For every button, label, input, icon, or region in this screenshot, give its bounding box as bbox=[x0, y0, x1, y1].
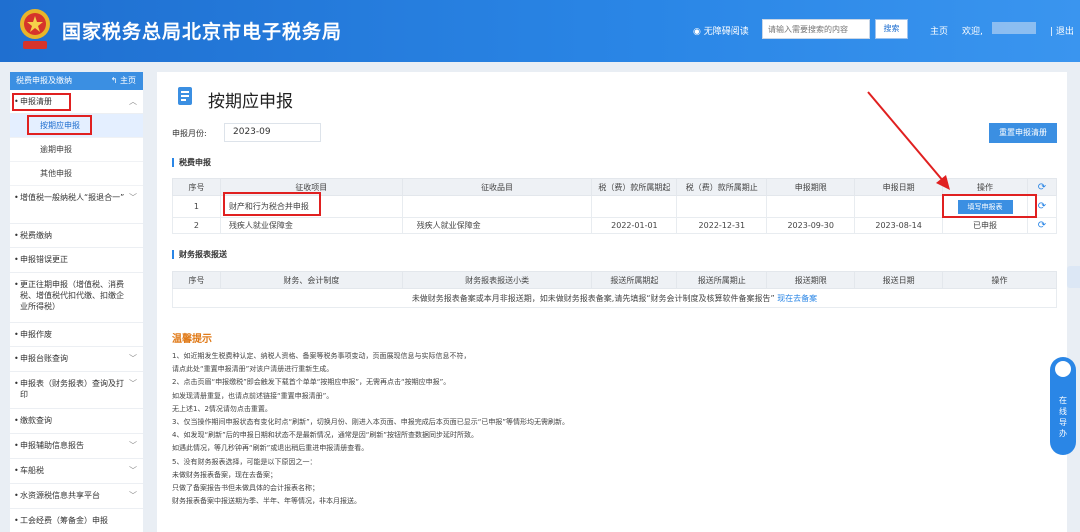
tax-emblem-icon bbox=[20, 9, 50, 49]
table-row: 2 残疾人就业保障金 残疾人就业保障金 2022-01-01 2022-12-3… bbox=[172, 217, 1058, 234]
month-input[interactable]: 2023-09 bbox=[224, 123, 321, 142]
go-file-link[interactable]: 现在去备案 bbox=[777, 294, 817, 303]
search-input[interactable] bbox=[762, 19, 870, 39]
chevron-down-icon: ﹀ bbox=[129, 354, 137, 363]
sidebar-item-payment-query[interactable]: • 缴款查询 bbox=[10, 409, 143, 434]
logout-link[interactable]: | 退出 bbox=[1050, 24, 1074, 37]
table-header-row: 序号 财务、会计制度 财务报表报送小类 报送所属期起 报送所属期止 报送期限 报… bbox=[172, 271, 1057, 289]
annotation-box bbox=[27, 115, 92, 135]
chevron-down-icon: ﹀ bbox=[129, 379, 137, 388]
sidebar-item-water-tax[interactable]: • 水资源税信息共享平台 ﹀ bbox=[10, 484, 143, 509]
assistant-avatar-icon bbox=[1055, 361, 1071, 377]
top-header: 国家税务总局北京市电子税务局 ◉ 无障碍阅读 搜索 主页 欢迎, | 退出 bbox=[0, 0, 1080, 62]
tip-line: 财务报表备案中报送期为季、半年、年等情况，非本月报送。 bbox=[172, 497, 361, 506]
tip-line: 3、仅当操作期间申报状态有变化时点“刷新”，切换月份、刚进入本页面、申报完成后本… bbox=[172, 417, 569, 426]
sidebar-item-aux-report[interactable]: • 申报辅助信息报告 ﹀ bbox=[10, 434, 143, 459]
tip-line: 1、如近期发生税费种认定、纳税人资格、备案等税务事项变动，页面展现信息与实际信息… bbox=[172, 352, 471, 360]
sidebar: 税费申报及缴纳 ↰ 主页 • 申报清册 ︿ 按期应申报 逾期申报 其他申报 • 增… bbox=[10, 72, 143, 532]
accessibility-link[interactable]: ◉ 无障碍阅读 bbox=[693, 24, 749, 37]
tip-line: 只做了备案报告书但未做具体的会计报表名称； bbox=[172, 483, 319, 492]
annotation-box bbox=[12, 93, 71, 111]
tax-declaration-table: 序号 征收项目 征收品目 税（费）款所属期起 税（费）款所属期止 申报期限 申报… bbox=[172, 178, 1058, 234]
tip-line: 如发现清册重复，也请点前述链接“重置申报清册”。 bbox=[172, 391, 334, 400]
tip-line: 5、没有财务报表选择，可能是以下原因之一： bbox=[172, 457, 317, 466]
section-financial-reports: 财务报表报送 bbox=[172, 250, 227, 259]
chevron-down-icon: ﹀ bbox=[129, 466, 137, 475]
search-button[interactable]: 搜索 bbox=[875, 19, 908, 39]
sidebar-item-declaration-list[interactable]: • 申报清册 ︿ bbox=[10, 90, 143, 114]
section-tax-declaration: 税费申报 bbox=[172, 158, 211, 167]
tips-list: 1、如近期发生税费种认定、纳税人资格、备案等税务事项变动，页面展现信息与实际信息… bbox=[172, 350, 1042, 508]
refresh-icon[interactable]: ⟳ bbox=[1038, 220, 1046, 231]
nav-home-link[interactable]: 主页 bbox=[930, 24, 948, 37]
tip-line: 如遇此情况，等几秒钟再“刷新”或退出稍后重进申报清册查看。 bbox=[172, 444, 369, 453]
table-empty-row: 未做财务报表备案或本月非报送期，如未做财务报表备案,请先填报“财务会计制度及核算… bbox=[172, 288, 1057, 308]
sidebar-item-report-query[interactable]: • 申报表（财务报表）查询及打印 ﹀ bbox=[10, 372, 143, 409]
sidebar-subitem-due[interactable]: 按期应申报 bbox=[10, 114, 143, 138]
user-float-icon[interactable] bbox=[1067, 266, 1080, 288]
site-title: 国家税务总局北京市电子税务局 bbox=[62, 21, 343, 43]
month-label: 申报月份: bbox=[172, 129, 207, 138]
sidebar-item-union-fee[interactable]: • 工会经费（筹备金）申报 bbox=[10, 509, 143, 532]
sidebar-item-void[interactable]: • 申报作废 bbox=[10, 323, 143, 347]
tip-line: 无上述1、2情况请勿点击重置。 bbox=[172, 404, 272, 413]
sidebar-item-past-correction[interactable]: • 更正往期申报（增值税、消费税、增值税代扣代缴、扣缴企业所得税） bbox=[10, 273, 143, 323]
user-name-redacted bbox=[992, 22, 1036, 34]
tip-line: 4、如发现“刷新”后的申报日期和状态不是最新情况，通常是因“刷新”按钮所查数据同… bbox=[172, 431, 478, 440]
refresh-icon[interactable]: ⟳ bbox=[1038, 201, 1046, 212]
table-row: 1 财产和行为税合并申报 填写申报表 ⟳ bbox=[172, 192, 1058, 218]
sidebar-item-payment[interactable]: • 税费缴纳 bbox=[10, 224, 143, 248]
sidebar-item-vehicle-tax[interactable]: • 车船税 ﹀ bbox=[10, 459, 143, 484]
chevron-down-icon: ﹀ bbox=[129, 441, 137, 450]
chevron-up-icon: ︿ bbox=[129, 97, 137, 106]
annotation-box bbox=[942, 194, 1038, 218]
nav-welcome-text: 欢迎, bbox=[962, 27, 983, 37]
sidebar-header: 税费申报及缴纳 ↰ 主页 bbox=[10, 72, 143, 90]
sidebar-subitem-overdue[interactable]: 逾期申报 bbox=[10, 138, 143, 162]
sidebar-item-vat[interactable]: • 增值税一般纳税人“报退合一” ﹀ bbox=[10, 186, 143, 224]
chevron-down-icon: ﹀ bbox=[129, 491, 137, 500]
financial-report-table: 序号 财务、会计制度 财务报表报送小类 报送所属期起 报送所属期止 报送期限 报… bbox=[172, 271, 1057, 308]
sidebar-subitem-other[interactable]: 其他申报 bbox=[10, 162, 143, 186]
sidebar-home-link[interactable]: ↰ 主页 bbox=[111, 72, 136, 90]
tip-line: 未做财务报表备案，现在去备案； bbox=[172, 470, 277, 479]
refresh-icon[interactable]: ⟳ bbox=[1038, 182, 1046, 193]
sidebar-item-ledger[interactable]: • 申报台账查询 ﹀ bbox=[10, 347, 143, 372]
eye-icon: ◉ bbox=[693, 27, 701, 37]
chevron-down-icon: ﹀ bbox=[129, 193, 137, 202]
main-panel: 按期应申报 申报月份: 2023-09 重置申报清册 税费申报 序号 征收项目 … bbox=[157, 72, 1067, 532]
online-help-button[interactable]: 在线导办 bbox=[1050, 357, 1076, 455]
tip-line: 2、点击页眉“申报缴税”即会触发下载首个单单“按期应申报”，无需再点击“按期应申… bbox=[172, 378, 451, 387]
sidebar-item-correction[interactable]: • 申报错误更正 bbox=[10, 248, 143, 273]
annotation-box bbox=[222, 192, 321, 216]
tips-title: 温馨提示 bbox=[172, 334, 212, 345]
reset-list-button[interactable]: 重置申报清册 bbox=[989, 123, 1057, 143]
document-icon bbox=[178, 87, 192, 105]
page-title: 按期应申报 bbox=[208, 92, 293, 112]
status-declared: 已申报 bbox=[942, 217, 1028, 234]
tip-line: 请点此处“重置申报清册”对该户清册进行重新生成。 bbox=[172, 365, 334, 374]
